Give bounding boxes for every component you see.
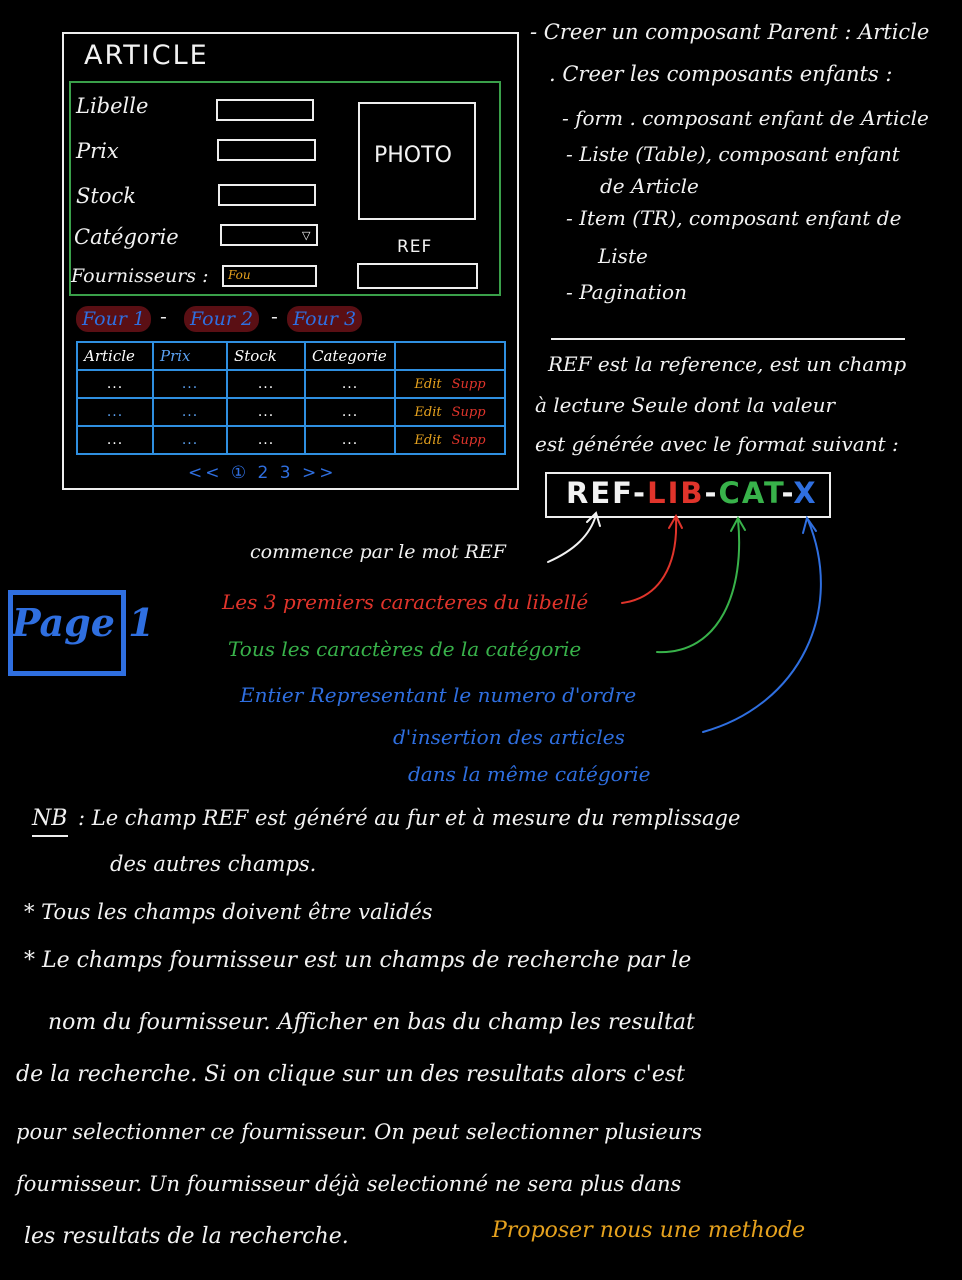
annotation-x: Entier Representant le numero d'ordre <box>240 683 637 707</box>
annotation-lib: Les 3 premiers caracteres du libellé <box>222 590 589 614</box>
note-paragraph: les resultats de la recherche. <box>24 1224 349 1249</box>
page-badge-label: Page 1 <box>12 600 155 645</box>
nb-text: des autres champs. <box>110 852 317 876</box>
annotation-ref: commence par le mot REF <box>250 541 506 563</box>
arrow-cat <box>656 519 741 654</box>
annotation-x: dans la même catégorie <box>408 762 651 786</box>
nb-label: NB <box>32 806 68 831</box>
note-highlight: Proposer nous une methode <box>492 1218 806 1243</box>
nb-underline <box>32 835 68 837</box>
arrow-x <box>702 519 822 733</box>
arrow-lib <box>621 517 678 604</box>
annotation-cat: Tous les caractères de la catégorie <box>228 637 582 661</box>
note-paragraph: nom du fournisseur. Afficher en bas du c… <box>48 1010 695 1035</box>
note-paragraph: de la recherche. Si on clique sur un des… <box>16 1062 685 1087</box>
arrow-ref <box>547 514 597 563</box>
note-bullet: * Tous les champs doivent être validés <box>24 900 433 924</box>
note-bullet: * Le champs fournisseur est un champs de… <box>24 948 692 973</box>
note-paragraph: pour selectionner ce fournisseur. On peu… <box>16 1120 703 1144</box>
annotation-x: d'insertion des articles <box>393 725 625 749</box>
note-paragraph: fournisseur. Un fournisseur déjà selecti… <box>16 1172 682 1196</box>
nb-text: : Le champ REF est généré au fur et à me… <box>78 806 741 830</box>
